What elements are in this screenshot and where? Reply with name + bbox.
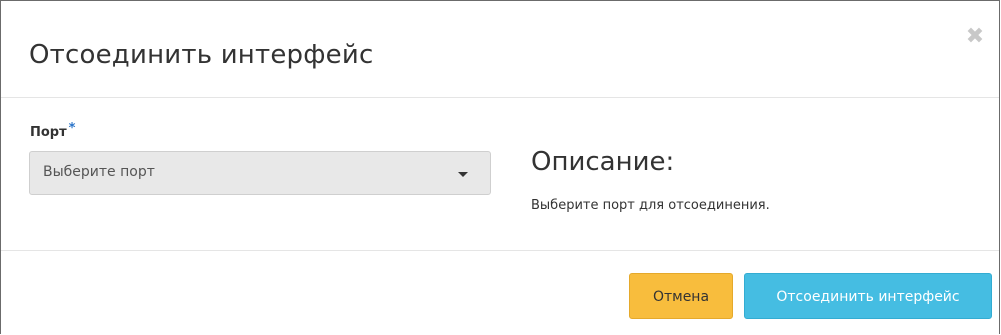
port-select[interactable]: Выберите порт	[29, 151, 491, 195]
port-field-label: Порт *	[30, 121, 75, 140]
modal-footer: Отмена Отсоединить интерфейс	[1, 251, 999, 335]
port-label-text: Порт	[30, 125, 67, 140]
description-heading: Описание:	[531, 147, 675, 177]
modal-body: Порт * Выберите порт Описание: Выберите п…	[1, 98, 999, 251]
detach-interface-button[interactable]: Отсоединить интерфейс	[744, 273, 992, 319]
detach-interface-dialog: Отсоединить интерфейс ✖ Порт * Выберите п…	[0, 0, 1000, 334]
cancel-button[interactable]: Отмена	[629, 273, 733, 319]
description-text: Выберите порт для отсоединения.	[531, 198, 770, 213]
caret-down-icon	[458, 172, 468, 177]
close-icon[interactable]: ✖	[963, 25, 987, 49]
modal-title: Отсоединить интерфейс	[29, 40, 374, 70]
required-indicator: *	[68, 121, 76, 136]
port-select-value: Выберите порт	[43, 164, 155, 180]
modal-header: Отсоединить интерфейс ✖	[1, 1, 999, 98]
